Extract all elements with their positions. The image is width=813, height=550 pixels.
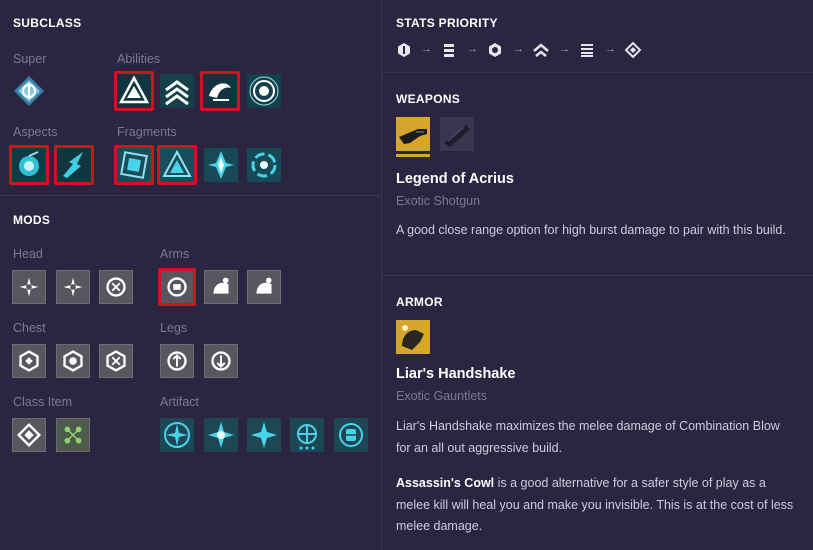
artifact-mod-icon[interactable] [160, 418, 194, 452]
arrow: → [421, 43, 432, 55]
class-item-mod-icon[interactable] [56, 418, 90, 452]
stats-heading: STATS PRIORITY [396, 16, 498, 30]
fragment-icon[interactable] [204, 148, 238, 182]
ability-jump-icon[interactable] [160, 74, 194, 108]
weapon-name: Legend of Acrius [396, 171, 514, 187]
head-label: Head [13, 247, 43, 261]
armor-heading: ARMOR [396, 295, 443, 309]
right-panel: STATS PRIORITY → → → → → WEAPONS Legend … [381, 0, 813, 550]
arrow: → [467, 43, 478, 55]
fragment-icon[interactable] [247, 148, 281, 182]
discipline-icon [533, 43, 549, 57]
head-mod-icon[interactable] [56, 270, 90, 304]
gauntlets-icon[interactable] [396, 320, 430, 354]
class-item-label: Class Item [13, 395, 73, 409]
artifact-label: Artifact [160, 395, 199, 409]
arms-label: Arms [160, 247, 190, 261]
strength-icon [625, 42, 641, 58]
resilience-icon [444, 44, 454, 57]
chest-label: Chest [13, 321, 46, 335]
aspect-icon[interactable] [9, 145, 49, 185]
aspect-icon[interactable] [54, 145, 94, 185]
chest-mod-icon[interactable] [99, 344, 133, 378]
chest-mod-icon[interactable] [56, 344, 90, 378]
weapon-description: A good close range option for high burst… [396, 223, 786, 237]
legs-label: Legs [160, 321, 188, 335]
super-icon[interactable] [12, 74, 46, 108]
alt-armor-name: Assassin's Cowl [396, 476, 495, 490]
legs-mod-icon[interactable] [160, 344, 194, 378]
weapon-selected-indicator [396, 154, 430, 157]
shotgun-icon[interactable] [396, 117, 430, 151]
arms-mod-icon[interactable] [158, 268, 196, 306]
head-mod-icon[interactable] [12, 270, 46, 304]
mods-heading: MODS [13, 213, 51, 227]
head-mod-icon[interactable] [99, 270, 133, 304]
armor-alternative: Assassin's Cowl is a good alternative fo… [396, 473, 796, 538]
fragments-label: Fragments [117, 125, 177, 139]
artifact-mod-icon[interactable] [247, 418, 281, 452]
chest-mod-icon[interactable] [12, 344, 46, 378]
ability-melee-icon[interactable] [200, 71, 240, 111]
artifact-mod-icon[interactable] [290, 418, 324, 452]
intellect-icon [581, 44, 593, 57]
arrow: → [559, 43, 570, 55]
legs-mod-icon[interactable] [204, 344, 238, 378]
arms-mod-icon[interactable] [247, 270, 281, 304]
abilities-label: Abilities [117, 52, 161, 66]
aspects-label: Aspects [13, 125, 58, 139]
energy-weapon-icon[interactable] [440, 117, 474, 151]
artifact-mod-icon[interactable] [204, 418, 238, 452]
ability-class-icon[interactable] [114, 71, 154, 111]
ability-grenade-icon[interactable] [247, 74, 281, 108]
divider [0, 195, 380, 196]
fragment-icon[interactable] [114, 145, 154, 185]
armor-name: Liar's Handshake [396, 366, 516, 382]
arrow: → [513, 43, 524, 55]
armor-type: Exotic Gauntlets [396, 389, 488, 403]
armor-description: Liar's Handshake maximizes the melee dam… [396, 419, 780, 455]
arms-mod-icon[interactable] [204, 270, 238, 304]
fragment-icon[interactable] [157, 145, 197, 185]
weapons-heading: WEAPONS [396, 92, 461, 106]
arrow: → [605, 43, 616, 55]
divider [382, 72, 813, 73]
super-label: Super [13, 52, 47, 66]
divider [382, 275, 813, 276]
artifact-mod-icon[interactable] [334, 418, 368, 452]
subclass-heading: SUBCLASS [13, 16, 82, 30]
mobility-icon [398, 43, 410, 57]
recovery-icon [489, 43, 501, 57]
class-item-mod-icon[interactable] [12, 418, 46, 452]
left-panel: SUBCLASS Super Abilities Aspects Fragmen… [0, 0, 380, 550]
weapon-type: Exotic Shotgun [396, 194, 481, 208]
